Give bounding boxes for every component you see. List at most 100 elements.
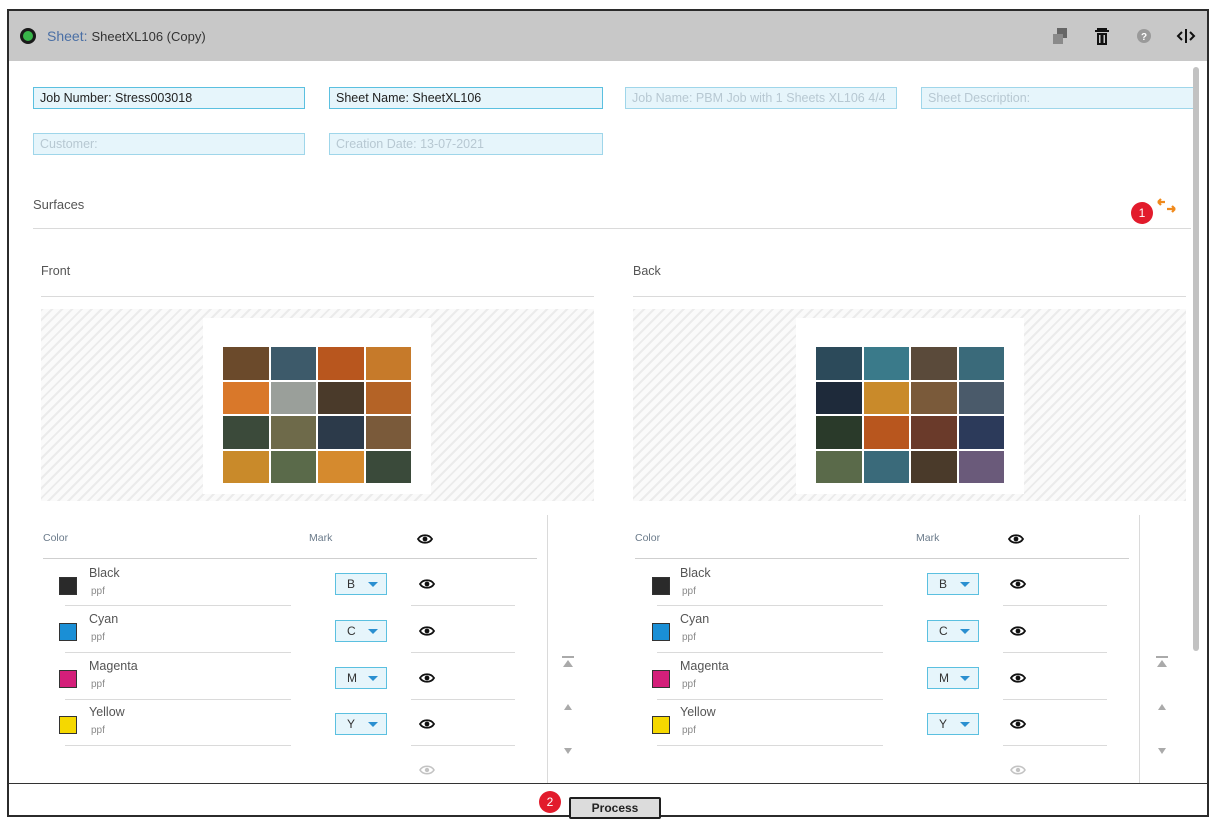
window-title: Sheet: SheetXL106 (Copy) — [47, 28, 206, 44]
color-type: ppf — [682, 679, 696, 690]
color-type: ppf — [682, 632, 696, 643]
sheet-window: Sheet: SheetXL106 (Copy) ? Job Number: St… — [7, 9, 1209, 819]
row-divider — [65, 652, 291, 653]
back-divider — [633, 296, 1186, 297]
visibility-eye-icon[interactable] — [1010, 625, 1026, 637]
mark-dropdown[interactable]: M — [927, 667, 979, 689]
back-reorder-divider — [1139, 515, 1140, 783]
mark-dropdown[interactable]: B — [927, 573, 979, 595]
job-number-field[interactable]: Job Number: Stress003018 — [33, 87, 305, 109]
front-divider — [41, 296, 594, 297]
chevron-down-icon — [960, 722, 970, 727]
job-name-field[interactable]: Job Name: PBM Job with 1 Sheets XL106 4/… — [625, 87, 897, 109]
mark-dropdown[interactable]: M — [335, 667, 387, 689]
front-visibility-header-eye-icon[interactable] — [417, 533, 433, 545]
color-name: Black — [680, 566, 711, 580]
back-color-header: Color — [635, 532, 661, 544]
visibility-eye-icon[interactable] — [1010, 672, 1026, 684]
callout-2: 2 — [539, 791, 561, 813]
back-label: Back — [633, 264, 661, 278]
visibility-eye-icon[interactable] — [419, 625, 435, 637]
row-divider — [411, 699, 515, 700]
vertical-scrollbar[interactable] — [1193, 67, 1199, 651]
visibility-eye-icon[interactable] — [419, 718, 435, 730]
add-visibility-eye-icon[interactable] — [1010, 764, 1026, 776]
row-divider — [1003, 699, 1107, 700]
black-swatch — [652, 577, 670, 595]
magenta-swatch — [59, 670, 77, 688]
surfaces-divider — [33, 228, 1191, 229]
front-color-header: Color — [43, 532, 69, 544]
row-divider — [1003, 605, 1107, 606]
front-page-thumbnail — [223, 347, 411, 483]
move-to-top-icon[interactable] — [561, 656, 575, 668]
chevron-down-icon — [960, 676, 970, 681]
move-up-icon[interactable] — [561, 701, 575, 713]
panel-toggle-icon[interactable] — [1175, 25, 1197, 47]
row-divider — [65, 699, 291, 700]
mark-dropdown[interactable]: C — [927, 620, 979, 642]
help-icon[interactable]: ? — [1133, 25, 1155, 47]
row-divider — [411, 605, 515, 606]
back-mark-header: Mark — [916, 532, 940, 544]
row-divider — [657, 605, 883, 606]
process-button[interactable]: Process — [569, 797, 661, 819]
visibility-eye-icon[interactable] — [1010, 718, 1026, 730]
mark-value: B — [939, 577, 948, 591]
color-type: ppf — [682, 586, 696, 597]
color-type: ppf — [91, 679, 105, 690]
sheet-description-field[interactable]: Sheet Description: — [921, 87, 1195, 109]
mark-dropdown[interactable]: B — [335, 573, 387, 595]
mark-value: M — [347, 671, 357, 685]
color-name: Yellow — [680, 705, 716, 719]
mark-dropdown[interactable]: Y — [927, 713, 979, 735]
color-name: Magenta — [89, 659, 138, 673]
row-divider — [1003, 745, 1107, 746]
visibility-eye-icon[interactable] — [419, 578, 435, 590]
mark-value: Y — [347, 717, 356, 731]
mark-value: M — [939, 671, 949, 685]
row-divider — [657, 745, 883, 746]
front-reorder-divider — [547, 515, 548, 783]
move-down-icon[interactable] — [1155, 745, 1169, 757]
chevron-down-icon — [960, 629, 970, 634]
row-divider — [411, 652, 515, 653]
magenta-swatch — [652, 670, 670, 688]
move-up-icon[interactable] — [1155, 701, 1169, 713]
chevron-down-icon — [368, 676, 378, 681]
visibility-eye-icon[interactable] — [419, 672, 435, 684]
sheet-name-field[interactable]: Sheet Name: SheetXL106 — [329, 87, 603, 109]
row-divider — [1003, 652, 1107, 653]
status-indicator-icon — [20, 28, 36, 44]
row-divider — [657, 652, 883, 653]
mark-dropdown[interactable]: Y — [335, 713, 387, 735]
color-type: ppf — [91, 725, 105, 736]
move-to-top-icon[interactable] — [1155, 656, 1169, 668]
creation-date-field[interactable]: Creation Date: 13-07-2021 — [329, 133, 603, 155]
yellow-swatch — [652, 716, 670, 734]
color-name: Cyan — [89, 612, 119, 626]
mark-value: B — [347, 577, 356, 591]
color-type: ppf — [91, 586, 105, 597]
color-name: Yellow — [89, 705, 125, 719]
back-table-header-line — [635, 558, 1129, 559]
duplicate-icon[interactable] — [1049, 25, 1071, 47]
svg-text:?: ? — [1141, 32, 1147, 43]
visibility-eye-icon[interactable] — [1010, 578, 1026, 590]
footer-divider — [9, 783, 1207, 784]
row-divider — [65, 605, 291, 606]
move-down-icon[interactable] — [561, 745, 575, 757]
color-type: ppf — [682, 725, 696, 736]
chevron-down-icon — [368, 582, 378, 587]
cyan-swatch — [59, 623, 77, 641]
mark-value: C — [939, 624, 948, 638]
mark-dropdown[interactable]: C — [335, 620, 387, 642]
add-visibility-eye-icon[interactable] — [419, 764, 435, 776]
surfaces-label: Surfaces — [33, 197, 85, 212]
back-visibility-header-eye-icon[interactable] — [1008, 533, 1024, 545]
customer-field[interactable]: Customer: — [33, 133, 305, 155]
swap-arrows-icon[interactable] — [1155, 197, 1179, 215]
color-type: ppf — [91, 632, 105, 643]
chevron-down-icon — [368, 629, 378, 634]
trash-icon[interactable] — [1091, 25, 1113, 47]
